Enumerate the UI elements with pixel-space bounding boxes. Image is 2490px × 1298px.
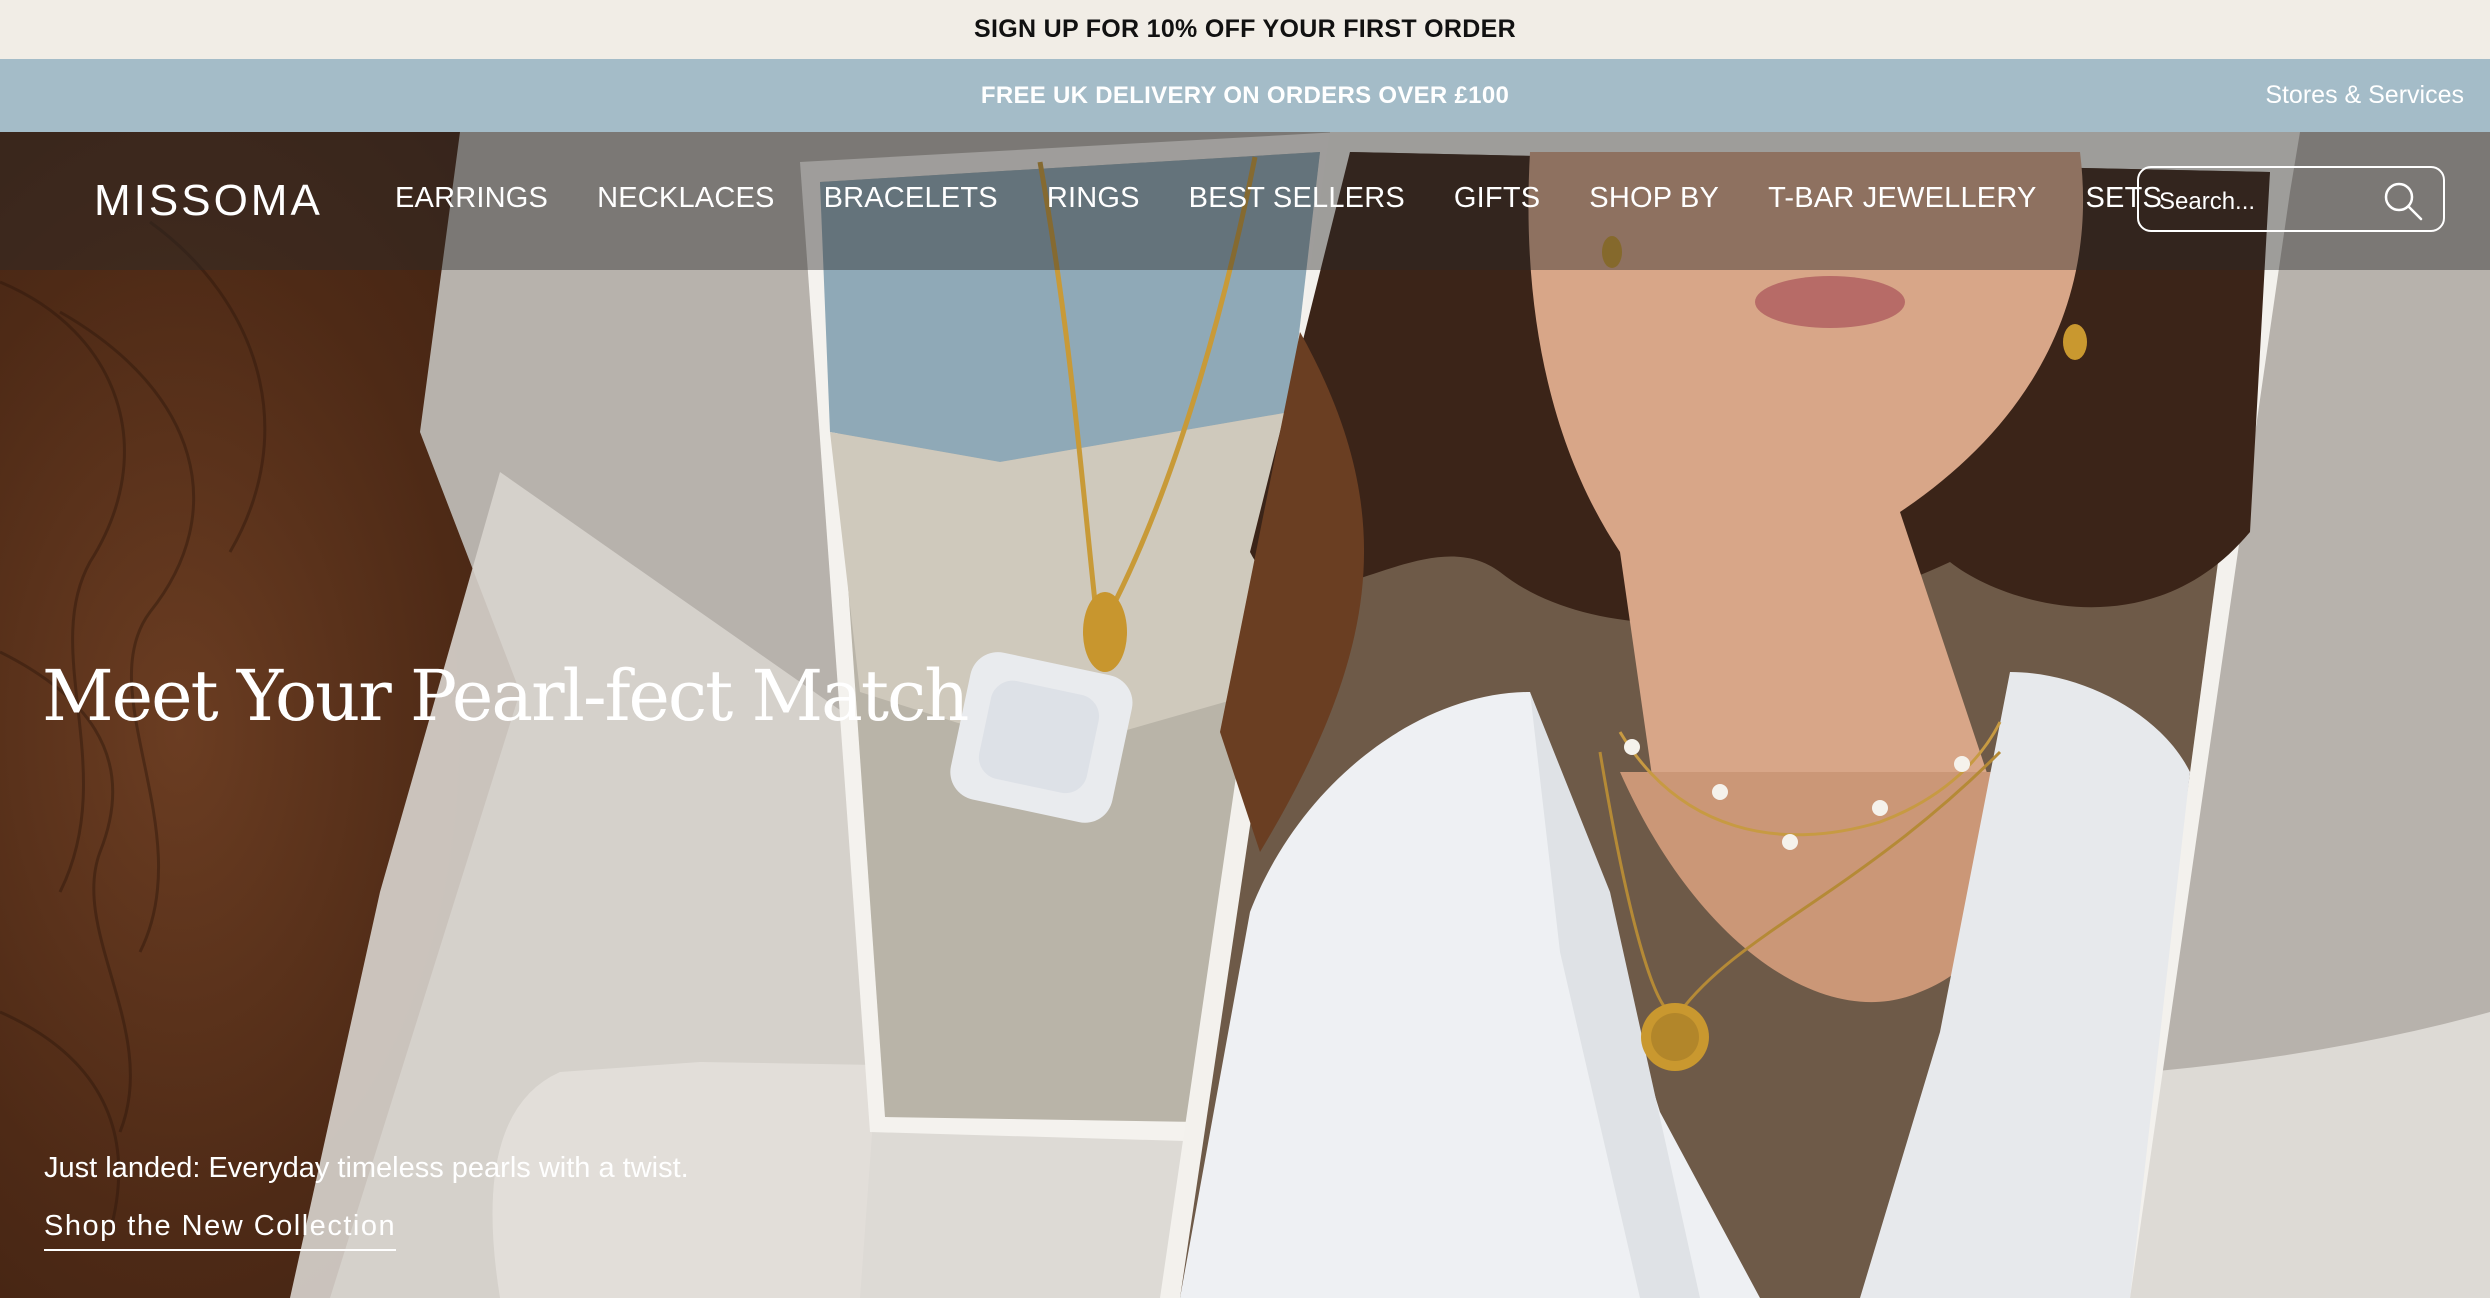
promo-text[interactable]: SIGN UP FOR 10% OFF YOUR FIRST ORDER	[974, 15, 1516, 44]
nav-item-bracelets[interactable]: BRACELETS	[824, 182, 998, 215]
search-placeholder[interactable]: Search...	[2159, 188, 2255, 216]
hero-subtitle: Just landed: Everyday timeless pearls wi…	[44, 1152, 689, 1184]
nav-item-rings[interactable]: RINGS	[1047, 182, 1140, 215]
menu: EARRINGS NECKLACES BRACELETS RINGS BEST …	[395, 182, 2211, 215]
delivery-bar: FREE UK DELIVERY ON ORDERS OVER £100 Sto…	[0, 59, 2490, 132]
search-icon[interactable]	[2383, 181, 2423, 226]
nav-item-earrings[interactable]: EARRINGS	[395, 182, 548, 215]
nav-item-best-sellers[interactable]: BEST SELLERS	[1189, 182, 1405, 215]
main-navigation: MISSOMA EARRINGS NECKLACES BRACELETS RIN…	[0, 132, 2490, 270]
shop-new-collection-link[interactable]: Shop the New Collection	[44, 1210, 397, 1251]
brand-logo[interactable]: MISSOMA	[94, 176, 323, 226]
nav-item-shop-by[interactable]: SHOP BY	[1589, 182, 1719, 215]
promo-bar[interactable]: SIGN UP FOR 10% OFF YOUR FIRST ORDER	[0, 0, 2490, 60]
delivery-text: FREE UK DELIVERY ON ORDERS OVER £100	[980, 81, 1510, 109]
nav-item-necklaces[interactable]: NECKLACES	[597, 182, 774, 215]
hero-title: Meet Your Pearl-fect Match	[42, 655, 969, 737]
stores-services-link[interactable]: Stores & Services	[2265, 81, 2464, 110]
nav-item-gifts[interactable]: GIFTS	[1454, 182, 1540, 215]
search-input[interactable]: Search...	[2137, 166, 2445, 232]
nav-item-t-bar-jewellery[interactable]: T-BAR JEWELLERY	[1768, 182, 2036, 215]
